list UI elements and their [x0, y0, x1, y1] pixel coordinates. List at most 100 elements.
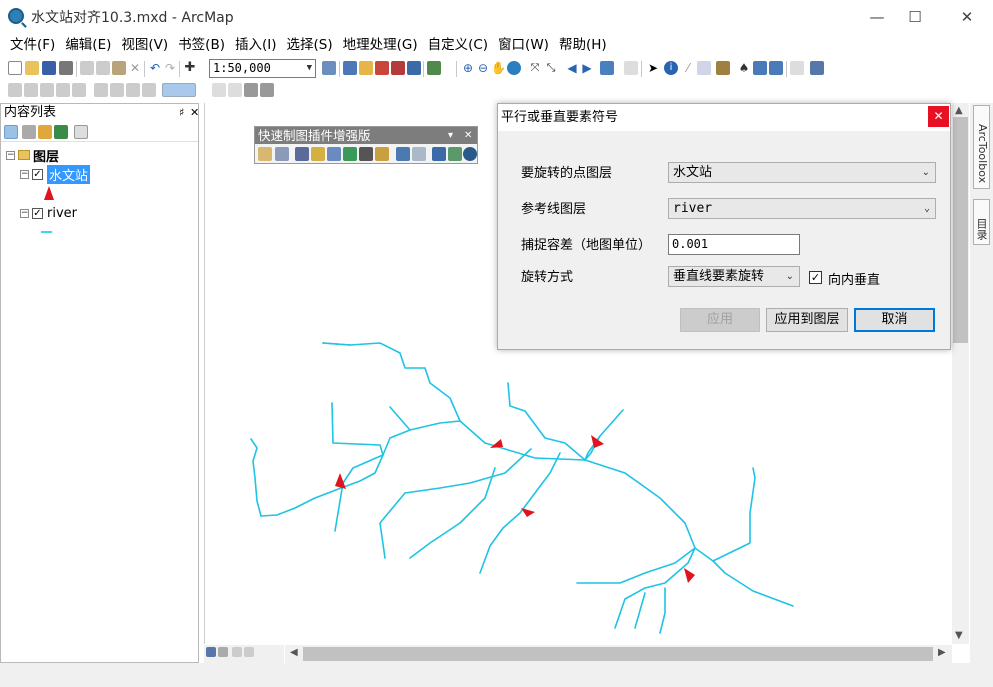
quick-tool-6-icon[interactable] — [343, 147, 357, 161]
layout-fixed-zoom-in-icon[interactable] — [94, 83, 108, 97]
cut-icon[interactable] — [80, 61, 94, 75]
layout-pan-icon[interactable] — [40, 83, 54, 97]
menu-customize[interactable]: 自定义(C) — [423, 33, 493, 57]
time-slider-icon[interactable] — [790, 61, 804, 75]
tolerance-input[interactable]: 0.001 — [668, 234, 800, 255]
goto-xy-icon[interactable] — [769, 61, 783, 75]
quick-tool-9-icon[interactable] — [396, 147, 410, 161]
find-icon[interactable]: ♠ — [737, 61, 751, 75]
forward-extent-icon[interactable]: ▶ — [580, 61, 594, 75]
layer-name[interactable]: 水文站 — [47, 164, 91, 184]
layout-zoom-select[interactable] — [162, 83, 196, 97]
quick-tool-11-icon[interactable] — [432, 147, 446, 161]
create-viewer-icon[interactable] — [810, 61, 824, 75]
list-by-drawing-order-icon[interactable] — [4, 125, 18, 139]
menu-insert[interactable]: 插入(I) — [230, 33, 282, 57]
zoom-out-icon[interactable]: ⊖ — [476, 61, 490, 75]
scroll-thumb[interactable] — [303, 647, 933, 661]
close-icon[interactable]: ✕ — [464, 127, 472, 144]
zoom-100-icon[interactable] — [72, 83, 86, 97]
list-by-source-icon[interactable] — [22, 125, 36, 139]
clear-selection-icon[interactable] — [624, 61, 638, 75]
full-extent-icon[interactable] — [507, 61, 521, 75]
scroll-up-icon[interactable]: ▲ — [955, 105, 963, 116]
layer-visibility-checkbox[interactable]: ✓ — [32, 168, 43, 180]
arctoolbox-icon[interactable] — [391, 61, 405, 75]
measure-icon[interactable] — [716, 61, 730, 75]
menu-selection[interactable]: 选择(S) — [281, 33, 337, 57]
quick-tool-1-icon[interactable] — [258, 147, 272, 161]
search-window-icon[interactable] — [375, 61, 389, 75]
select-features-icon[interactable] — [600, 61, 614, 75]
undo-icon[interactable]: ↶ — [148, 61, 162, 75]
menu-view[interactable]: 视图(V) — [116, 33, 173, 57]
layout-zoom-in-icon[interactable] — [8, 83, 22, 97]
quick-tool-4-icon[interactable] — [311, 147, 325, 161]
print-icon[interactable] — [59, 61, 73, 75]
menu-file[interactable]: 文件(F) — [5, 33, 60, 57]
map-vertical-scrollbar[interactable]: ▲ ▼ — [952, 103, 969, 644]
quick-tool-8-icon[interactable] — [375, 147, 389, 161]
fixed-zoom-in-icon[interactable]: ⤧ — [528, 61, 542, 75]
maximize-button[interactable]: ☐ — [892, 0, 938, 33]
scroll-down-icon[interactable]: ▼ — [955, 630, 963, 641]
model-builder-icon[interactable] — [427, 61, 441, 75]
html-popup-icon[interactable] — [697, 61, 711, 75]
menu-bookmarks[interactable]: 书签(B) — [173, 33, 230, 57]
toc-layer-river[interactable]: − ✓ river — [20, 204, 77, 222]
reference-layer-select[interactable]: river ⌄ — [668, 198, 936, 219]
pin-icon[interactable]: ♯ — [179, 104, 184, 122]
layout-view-icon[interactable] — [218, 647, 228, 657]
quick-tool-3-icon[interactable] — [295, 147, 309, 161]
list-by-visibility-icon[interactable] — [38, 125, 52, 139]
change-layout-icon[interactable] — [244, 83, 258, 97]
arctoolbox-tab[interactable]: ArcToolbox — [973, 105, 990, 189]
scroll-right-icon[interactable]: ▶ — [938, 647, 946, 658]
apply-button[interactable]: 应用 — [680, 308, 760, 332]
menu-windows[interactable]: 窗口(W) — [493, 33, 554, 57]
list-by-selection-icon[interactable] — [54, 125, 68, 139]
quick-tool-12-icon[interactable] — [448, 147, 462, 161]
redo-icon[interactable]: ↷ — [163, 61, 177, 75]
layout-back-icon[interactable] — [126, 83, 140, 97]
zoom-whole-page-icon[interactable] — [56, 83, 70, 97]
layer-visibility-checkbox[interactable]: ✓ — [32, 207, 43, 219]
quick-toolbar-title-bar[interactable]: 快速制图插件增强版 ▾ ✕ — [255, 127, 477, 144]
menu-edit[interactable]: 编辑(E) — [60, 33, 116, 57]
layout-zoom-out-icon[interactable] — [24, 83, 38, 97]
collapse-icon[interactable]: − — [20, 208, 29, 218]
scroll-left-icon[interactable]: ◀ — [290, 647, 298, 658]
collapse-icon[interactable]: − — [6, 150, 15, 160]
python-window-icon[interactable] — [407, 61, 421, 75]
layer-name[interactable]: river — [47, 206, 77, 221]
find-route-icon[interactable] — [753, 61, 767, 75]
cancel-button[interactable]: 取消 — [854, 308, 935, 332]
pause-drawing-icon[interactable] — [244, 647, 254, 657]
catalog-window-icon[interactable] — [359, 61, 373, 75]
copy-icon[interactable] — [96, 61, 110, 75]
toc-options-icon[interactable] — [74, 125, 88, 139]
zoom-in-icon[interactable]: ⊕ — [461, 61, 475, 75]
refresh-icon[interactable] — [232, 647, 242, 657]
add-data-icon[interactable]: ✚ — [183, 61, 197, 75]
data-driven-pages-icon[interactable] — [260, 83, 274, 97]
rotation-method-select[interactable]: 垂直线要素旋转 ⌄ — [668, 266, 800, 287]
pan-icon[interactable]: ✋ — [491, 61, 506, 75]
back-extent-icon[interactable]: ◀ — [565, 61, 579, 75]
toc-layer-hydro-station[interactable]: − ✓ 水文站 — [20, 164, 91, 184]
close-icon[interactable]: ✕ — [190, 104, 199, 122]
toc-root-layers[interactable]: − 图层 — [6, 146, 59, 165]
hyperlink-icon[interactable]: ⁄ — [681, 61, 695, 75]
layout-fixed-zoom-out-icon[interactable] — [110, 83, 124, 97]
dialog-title-bar[interactable]: 平行或垂直要素符号 ✕ — [498, 104, 950, 131]
point-layer-select[interactable]: 水文站 ⌄ — [668, 162, 936, 183]
close-window-button[interactable]: ✕ — [944, 0, 990, 33]
identify-icon[interactable]: i — [664, 61, 678, 75]
toolbar-options-icon[interactable]: ▾ — [448, 127, 453, 144]
menu-geoprocessing[interactable]: 地理处理(G) — [338, 33, 423, 57]
quick-tool-5-icon[interactable] — [327, 147, 341, 161]
open-folder-icon[interactable] — [25, 61, 39, 75]
collapse-icon[interactable]: − — [20, 169, 29, 179]
layout-forward-icon[interactable] — [142, 83, 156, 97]
toggle-draft-icon[interactable] — [212, 83, 226, 97]
